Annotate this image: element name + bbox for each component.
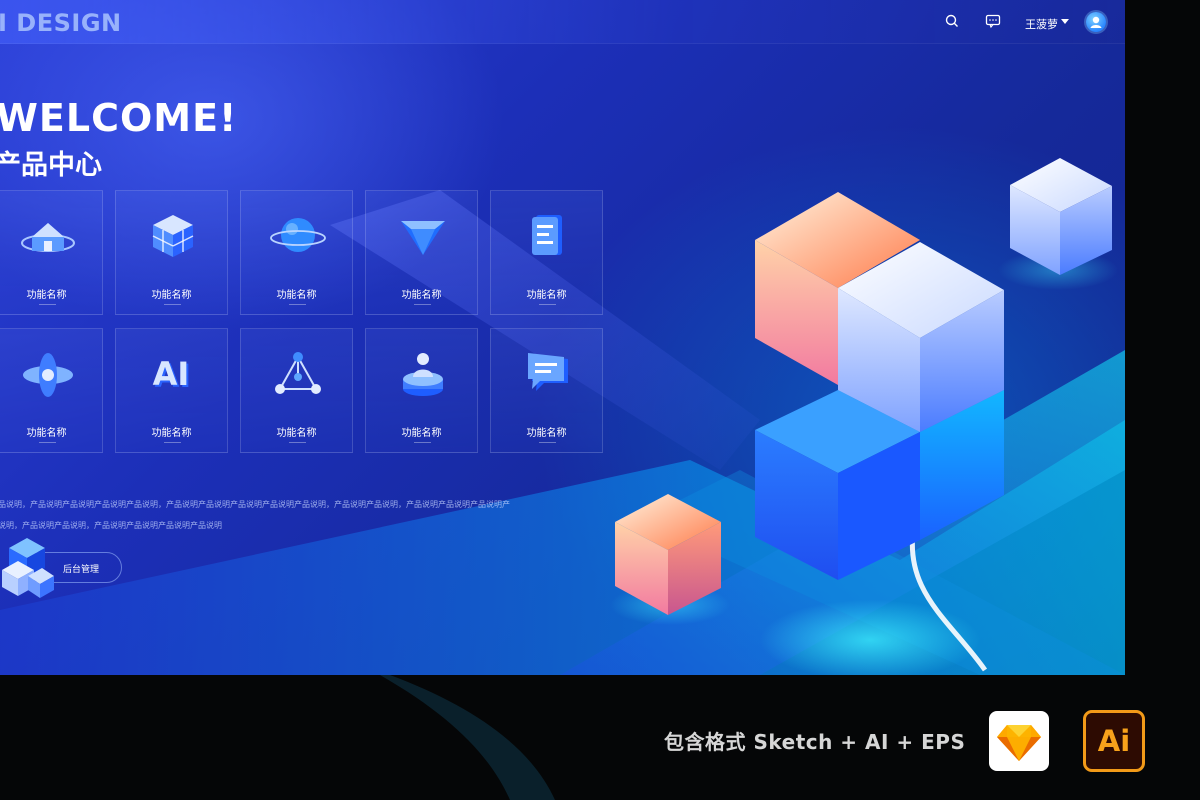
- divider: [39, 442, 56, 443]
- feature-label: 功能名称: [276, 290, 317, 301]
- svg-text:AI: AI: [153, 355, 190, 393]
- star-icon: [23, 353, 73, 397]
- chat-icon: [528, 353, 568, 391]
- divider: [289, 304, 306, 305]
- illustrator-logo-text: Ai: [1097, 724, 1131, 758]
- feature-card-network[interactable]: 功能名称: [240, 328, 353, 453]
- feature-card-diamond[interactable]: 功能名称: [365, 190, 478, 315]
- feature-card-blocks[interactable]: 功能名称: [115, 190, 228, 315]
- app-screen: I DESIGN 王菠萝 WELCOME! 产品中心 功能名称 功能名称 功能名…: [0, 0, 1125, 675]
- illustrator-logo-tile: Ai: [1083, 710, 1145, 772]
- description-line: 品说明，产品说明产品说明产品说明产品说明，产品说明产品说明产品说明产品说明产品说…: [0, 500, 510, 509]
- divider: [39, 304, 56, 305]
- chevron-down-icon[interactable]: [1061, 19, 1069, 25]
- document-icon: [532, 215, 562, 255]
- feature-card-home[interactable]: 功能名称: [0, 190, 103, 315]
- feature-card-user[interactable]: 功能名称: [365, 328, 478, 453]
- product-description: 品说明，产品说明产品说明产品说明产品说明，产品说明产品说明产品说明产品说明产品说…: [0, 494, 598, 536]
- feature-label: 功能名称: [151, 428, 192, 439]
- user-silhouette-icon: [1090, 16, 1102, 28]
- feature-label: 功能名称: [276, 428, 317, 439]
- feature-card-chat[interactable]: 功能名称: [490, 328, 603, 453]
- feature-card-document[interactable]: 功能名称: [490, 190, 603, 315]
- sketch-logo-tile: [989, 711, 1049, 771]
- divider: [289, 442, 306, 443]
- blocks-icon: [152, 215, 194, 257]
- feature-label: 功能名称: [151, 290, 192, 301]
- divider: [164, 442, 181, 443]
- divider: [539, 304, 556, 305]
- feature-card-ai[interactable]: AI AI 功能名称: [115, 328, 228, 453]
- divider: [539, 442, 556, 443]
- decorative-arc: [380, 675, 555, 800]
- feature-label: 功能名称: [26, 428, 67, 439]
- page-title: 产品中心: [0, 150, 102, 181]
- description-line: 说明，产品说明产品说明，产品说明产品说明产品说明产品说明: [0, 521, 222, 530]
- ai-icon: AI AI: [153, 355, 192, 395]
- feature-label: 功能名称: [401, 290, 442, 301]
- divider: [414, 304, 431, 305]
- network-icon: [275, 352, 321, 394]
- user-name-menu[interactable]: 王菠萝: [1025, 16, 1058, 32]
- feature-label: 功能名称: [526, 290, 567, 301]
- admin-button-label: 后台管理: [63, 565, 100, 575]
- welcome-heading: WELCOME!: [0, 96, 238, 140]
- feature-card-star[interactable]: 功能名称: [0, 328, 103, 453]
- feature-label: 功能名称: [401, 428, 442, 439]
- user-avatar-icon[interactable]: [1086, 12, 1106, 32]
- feature-label: 功能名称: [26, 290, 67, 301]
- brand-logo-text: I DESIGN: [0, 9, 122, 37]
- feature-card-planet[interactable]: 功能名称: [240, 190, 353, 315]
- sketch-logo-icon: [997, 725, 1041, 761]
- feature-label: 功能名称: [526, 428, 567, 439]
- top-bar: I DESIGN 王菠萝: [0, 0, 1125, 44]
- home-icon: [21, 223, 75, 252]
- planet-icon: [270, 218, 326, 252]
- message-icon[interactable]: [984, 12, 1002, 30]
- formats-caption: 包含格式 Sketch + AI + EPS: [664, 730, 966, 754]
- search-icon[interactable]: [943, 12, 961, 30]
- diamond-icon: [401, 221, 445, 255]
- divider: [414, 442, 431, 443]
- divider: [164, 304, 181, 305]
- user-stand-icon: [403, 353, 443, 396]
- cubes-icon: [2, 538, 54, 598]
